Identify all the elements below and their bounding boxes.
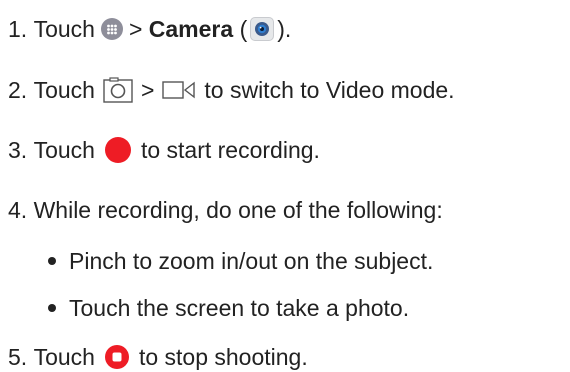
bullet-text: Touch the screen to take a photo. — [69, 295, 410, 321]
step-3: 3. Touch to start recording. — [8, 135, 320, 165]
step-4: 4. While recording, do one of the follow… — [8, 195, 443, 225]
step-1-text: Touch — [33, 16, 95, 42]
step-2-post: to switch to Video mode. — [204, 77, 455, 103]
bullet-item: Pinch to zoom in/out on the subject. — [48, 246, 433, 276]
camera-app-icon — [250, 17, 275, 41]
step-1-close-paren: ). — [277, 16, 292, 42]
step-4-number: 4. — [8, 197, 28, 223]
step-1-number: 1. — [8, 16, 28, 42]
step-5: 5. Touch to stop shooting. — [8, 342, 308, 372]
camera-label: Camera — [148, 16, 234, 42]
step-2: 2. Touch > to switch to Video mode. — [8, 75, 455, 105]
step-2-text: Touch — [33, 77, 95, 103]
step-4-text: While recording, do one of the following… — [33, 197, 443, 223]
step-5-number: 5. — [8, 344, 28, 370]
bullet-dot — [48, 257, 56, 265]
video-mode-icon — [162, 79, 196, 101]
apps-icon — [100, 18, 123, 40]
step-3-number: 3. — [8, 137, 28, 163]
step-3-post: to start recording. — [140, 137, 320, 163]
step-2-separator: > — [140, 77, 155, 103]
step-1-separator: > — [128, 16, 143, 42]
step-2-number: 2. — [8, 77, 28, 103]
bullet-dot — [48, 304, 56, 312]
step-1-open-paren: ( — [239, 16, 248, 42]
bullet-text: Pinch to zoom in/out on the subject. — [69, 248, 434, 274]
step-5-text: Touch — [33, 344, 95, 370]
step-3-text: Touch — [33, 137, 95, 163]
bullet-item: Touch the screen to take a photo. — [48, 293, 409, 323]
record-icon — [104, 137, 131, 163]
step-5-post: to stop shooting. — [138, 344, 308, 370]
stop-icon — [104, 345, 129, 369]
camera-mode-icon — [103, 77, 133, 103]
step-1: 1. Touch > Camera ( ). — [8, 14, 291, 44]
